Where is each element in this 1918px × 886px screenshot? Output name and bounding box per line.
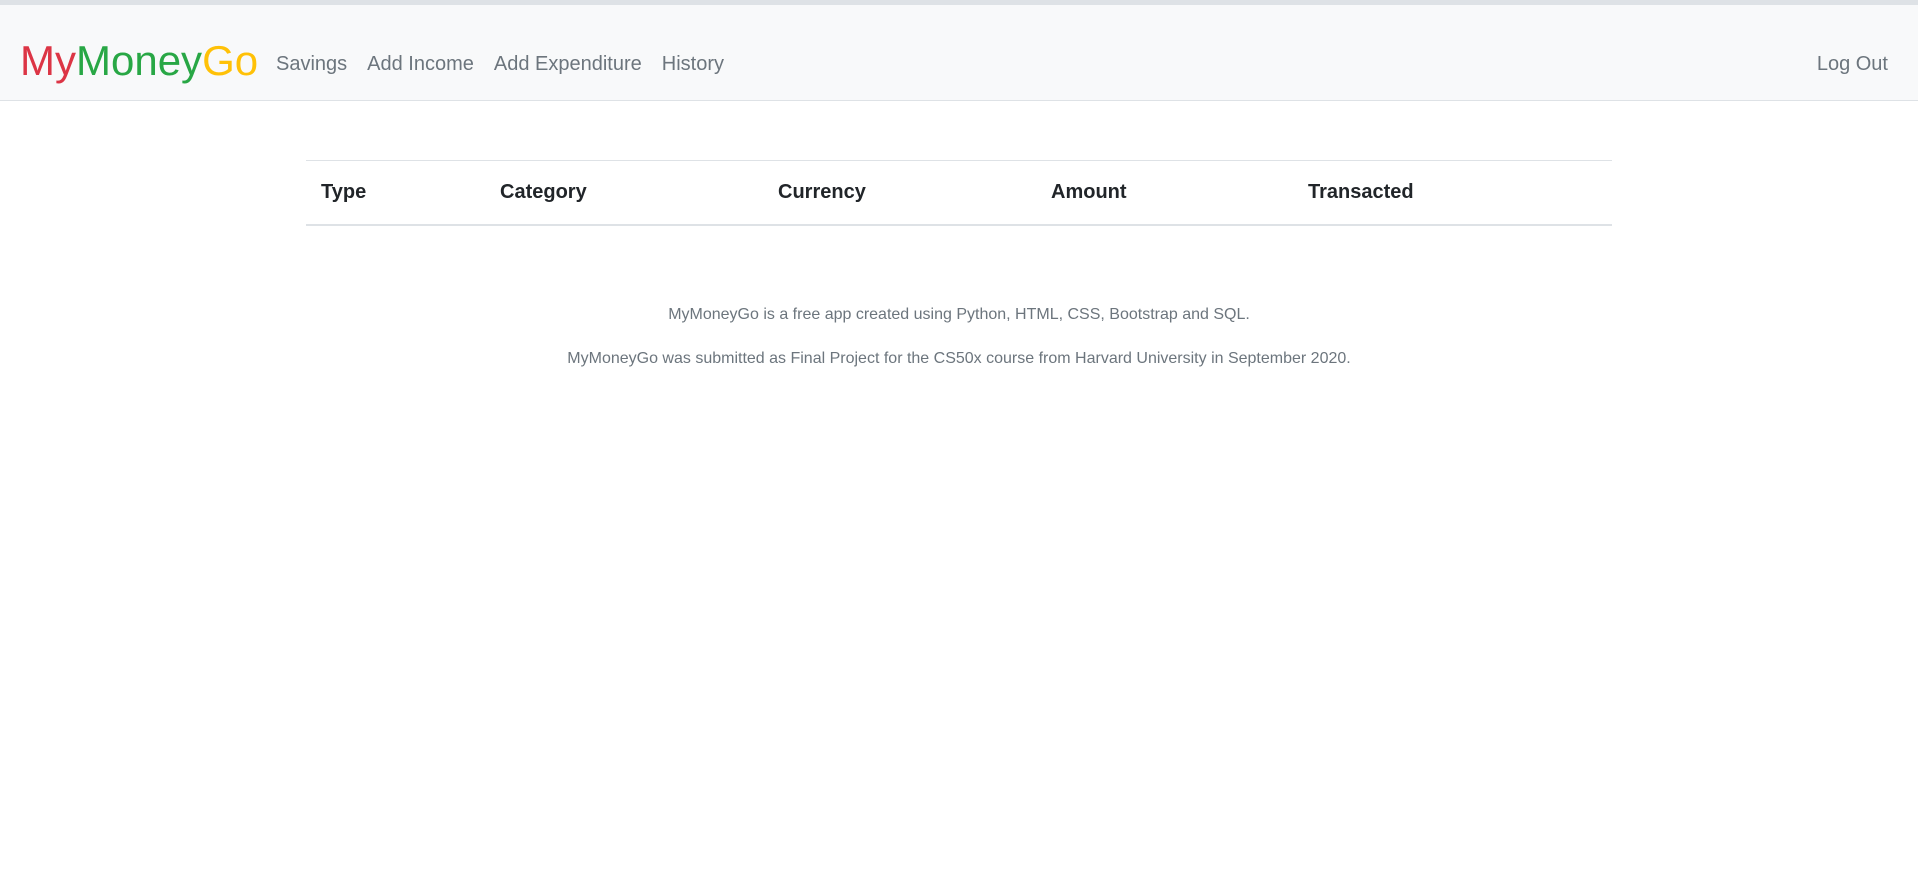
- column-header-amount: Amount: [1036, 160, 1293, 226]
- logout-link[interactable]: Log Out: [1817, 49, 1888, 79]
- footer: MyMoneyGo is a free app created using Py…: [0, 304, 1918, 392]
- table-header-row: Type Category Currency Amount Transacted: [306, 160, 1612, 226]
- transactions-table-container: Type Category Currency Amount Transacted: [306, 160, 1612, 226]
- brand-logo[interactable]: MyMoneyGo: [20, 33, 258, 89]
- footer-line-tech: MyMoneyGo is a free app created using Py…: [668, 306, 1250, 323]
- table-header: Type Category Currency Amount Transacted: [306, 160, 1612, 226]
- column-header-currency: Currency: [763, 160, 1036, 226]
- nav-link-add-expenditure[interactable]: Add Expenditure: [484, 49, 652, 79]
- brand-part-my: My: [20, 37, 76, 84]
- nav-links: Savings Add Income Add Expenditure Histo…: [266, 49, 734, 79]
- transactions-table: Type Category Currency Amount Transacted: [306, 160, 1612, 226]
- navbar: MyMoneyGo Savings Add Income Add Expendi…: [0, 5, 1918, 101]
- column-header-type: Type: [306, 160, 485, 226]
- brand-part-go: Go: [202, 37, 259, 84]
- column-header-transacted: Transacted: [1293, 160, 1612, 226]
- nav-link-savings[interactable]: Savings: [266, 49, 357, 79]
- nav-link-add-income[interactable]: Add Income: [357, 49, 484, 79]
- footer-line-submission: MyMoneyGo was submitted as Final Project…: [567, 350, 1351, 367]
- nav-link-history[interactable]: History: [652, 49, 734, 79]
- brand-part-money: Money: [76, 37, 203, 84]
- column-header-category: Category: [485, 160, 763, 226]
